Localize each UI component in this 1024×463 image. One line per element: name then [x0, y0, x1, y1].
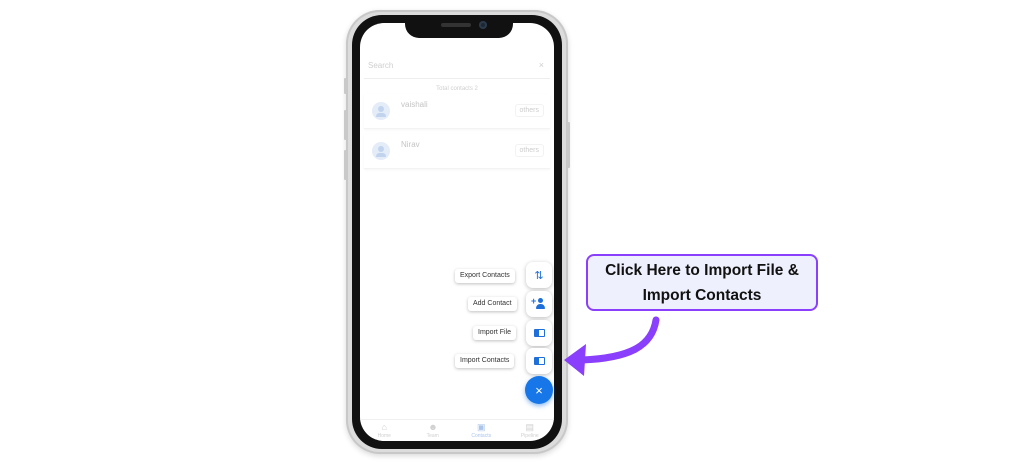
contacts-icon: ▣ [476, 422, 486, 432]
nav-label: Contacts [471, 433, 492, 439]
contacts-app: Search × Total contacts 2 vaishali other… [360, 23, 554, 441]
phone-power-button [567, 122, 570, 168]
speaker-grille [441, 23, 471, 27]
phone-silent-switch [344, 78, 347, 94]
instruction-callout: Click Here to Import File & Import Conta… [586, 254, 818, 311]
nav-pipeline[interactable]: ▤ Pipeline [510, 421, 550, 441]
search-bar[interactable]: Search × [364, 52, 550, 79]
pointer-arrow-icon [564, 316, 660, 376]
callout-line-1: Click Here to Import File & [605, 261, 799, 279]
bottom-nav: ⌂ Home ☻ Team ▣ Contacts ▤ Pipeline [360, 419, 554, 441]
nav-label: Team [426, 433, 439, 439]
add-contact-label[interactable]: Add Contact [468, 297, 517, 311]
nav-home[interactable]: ⌂ Home [364, 421, 404, 441]
contact-name: Nirav [401, 140, 420, 149]
clear-search-icon[interactable]: × [539, 60, 544, 70]
import-file-icon [533, 329, 545, 337]
import-contacts-button[interactable] [526, 348, 552, 374]
list-item[interactable]: vaishali others [364, 94, 550, 129]
close-icon: × [535, 382, 543, 398]
phone-screen: Search × Total contacts 2 vaishali other… [360, 23, 554, 441]
add-contact-button[interactable]: + [526, 291, 552, 317]
callout-line-2: Import Contacts [642, 286, 762, 304]
add-person-icon: + [531, 296, 546, 310]
phone-notch [405, 15, 513, 38]
camera-icon [479, 21, 487, 29]
contact-tag: others [514, 144, 544, 157]
search-placeholder: Search [368, 61, 394, 70]
import-file-button[interactable] [526, 320, 552, 346]
nav-label: Home [377, 433, 391, 439]
total-contacts-label: Total contacts 2 [436, 86, 478, 92]
home-icon: ⌂ [381, 422, 387, 432]
export-contacts-button[interactable]: ⇅ [526, 262, 552, 288]
export-icon: ⇅ [534, 269, 544, 282]
list-item[interactable]: Nirav others [364, 134, 550, 169]
import-contacts-icon [533, 357, 545, 365]
avatar [372, 142, 390, 160]
phone-volume-down [344, 150, 347, 180]
contact-tag: others [514, 104, 544, 117]
nav-team[interactable]: ☻ Team [413, 421, 453, 441]
team-icon: ☻ [428, 422, 438, 432]
export-contacts-label[interactable]: Export Contacts [455, 269, 515, 283]
close-fab-button[interactable]: × [525, 376, 553, 404]
nav-contacts[interactable]: ▣ Contacts [461, 421, 501, 441]
pipeline-icon: ▤ [525, 422, 534, 432]
phone-volume-up [344, 110, 347, 140]
import-contacts-label[interactable]: Import Contacts [455, 354, 515, 368]
nav-label: Pipeline [520, 433, 539, 439]
avatar [372, 102, 390, 120]
import-file-label[interactable]: Import File [473, 326, 517, 340]
contact-name: vaishali [401, 100, 428, 109]
